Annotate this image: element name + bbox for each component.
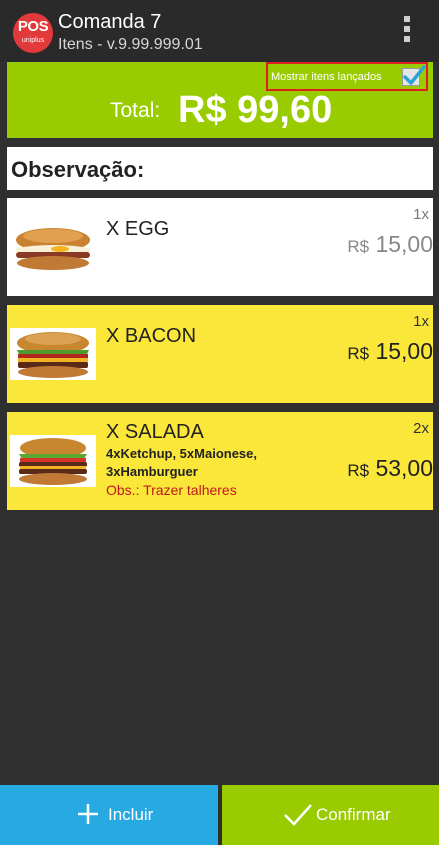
show-launched-label: Mostrar itens lançados xyxy=(271,71,382,83)
total-panel: Mostrar itens lançados Total: R$ 99,60 xyxy=(7,62,433,138)
pos-logo: POS uniplus xyxy=(13,13,53,53)
observation-label: Observação: xyxy=(11,157,145,182)
item-quantity: 1x xyxy=(413,313,429,330)
item-price: R$ 15,00 xyxy=(347,338,433,367)
app-bar: POS uniplus Comanda 7 Itens - v.9.99.999… xyxy=(0,0,439,62)
bottom-actions: Incluir Confirmar xyxy=(0,785,439,845)
check-icon xyxy=(284,804,312,826)
logo-subtext: uniplus xyxy=(21,37,45,44)
item-quantity: 1x xyxy=(413,206,429,223)
item-price-value: 15,00 xyxy=(375,231,433,257)
checkmark-icon xyxy=(403,65,426,85)
show-launched-checkbox[interactable] xyxy=(402,65,426,86)
item-currency: R$ xyxy=(347,461,370,480)
item-name: X SALADA xyxy=(106,421,204,443)
order-item-x-salada[interactable]: X SALADA 2x R$ 53,00 4xKetchup, 5xMaione… xyxy=(7,412,433,510)
overflow-menu-icon[interactable] xyxy=(399,16,415,46)
item-name: X EGG xyxy=(106,218,170,240)
screen-subtitle: Itens - v.9.99.999.01 xyxy=(58,36,203,53)
confirm-button[interactable]: Confirmar xyxy=(222,785,439,845)
item-currency: R$ xyxy=(347,344,370,363)
logo-text: POS xyxy=(17,18,49,35)
item-note: Obs.: Trazer talheres xyxy=(106,482,237,498)
item-price: R$ 53,00 xyxy=(347,455,433,484)
screen-title: Comanda 7 xyxy=(58,11,162,33)
add-item-button[interactable]: Incluir xyxy=(0,785,218,845)
item-price-value: 53,00 xyxy=(375,455,433,481)
item-currency: R$ xyxy=(347,237,370,256)
item-price-value: 15,00 xyxy=(375,338,433,364)
total-value: R$ 99,60 xyxy=(178,89,333,131)
item-modifiers: 4xKetchup, 5xMaionese, 3xHamburguer xyxy=(106,446,257,479)
show-launched-toggle[interactable]: Mostrar itens lançados xyxy=(266,62,428,91)
total-label: Total: xyxy=(110,99,161,122)
item-quantity: 2x xyxy=(413,420,429,437)
add-item-label: Incluir xyxy=(108,805,154,824)
observation-field[interactable]: Observação: xyxy=(7,147,433,190)
order-item-x-bacon[interactable]: X BACON 1x R$ 15,00 xyxy=(7,305,433,403)
confirm-label: Confirmar xyxy=(316,805,391,824)
burger-egg-photo xyxy=(10,222,96,274)
plus-icon xyxy=(78,804,98,824)
item-price: R$ 15,00 xyxy=(347,231,433,260)
burger-bacon-photo xyxy=(10,328,96,380)
order-item-x-egg[interactable]: X EGG 1x R$ 15,00 xyxy=(7,198,433,296)
item-name: X BACON xyxy=(106,325,197,347)
burger-salad-photo xyxy=(10,435,96,487)
